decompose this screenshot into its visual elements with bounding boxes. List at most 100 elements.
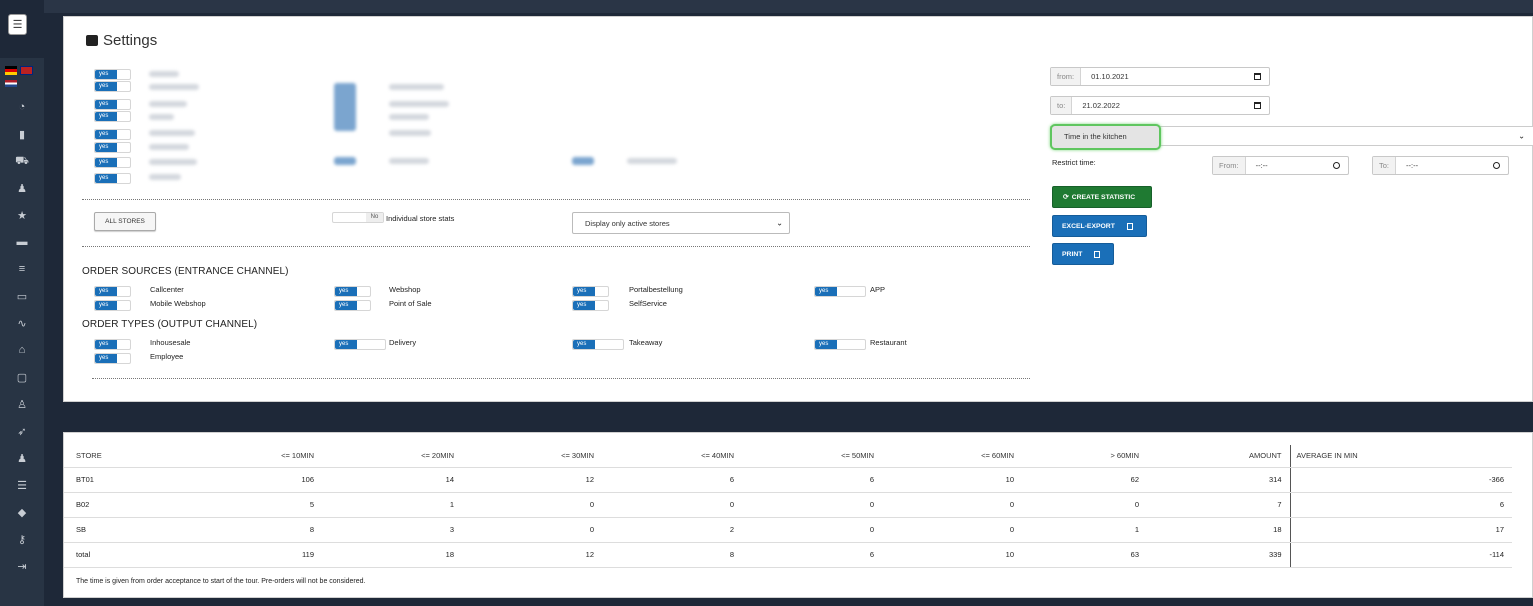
toggle-yes-label: yes [573, 340, 595, 349]
logout-icon[interactable]: ⇥ [0, 560, 44, 573]
restrict-to-label: To: [1373, 157, 1397, 174]
order-sources-title: ORDER SOURCES (ENTRANCE CHANNEL) [82, 266, 289, 277]
calculator-icon [86, 35, 98, 46]
column-header[interactable]: <= 50MIN [742, 445, 882, 468]
table-cell: SB [64, 517, 154, 543]
source-label-webshop: Webshop [389, 285, 421, 294]
menu-toggle-button[interactable]: ☰ [8, 14, 27, 35]
document-icon [1126, 222, 1133, 230]
source-toggle-callcenter[interactable]: yes [94, 286, 131, 297]
column-header[interactable]: <= 40MIN [602, 445, 742, 468]
table-cell: 106 [154, 467, 322, 493]
store-filter-select[interactable]: Display only active stores ⌄ [572, 212, 790, 234]
statistic-type-selected[interactable]: Time in the kitchen [1050, 124, 1161, 150]
english-flag-icon[interactable] [20, 66, 33, 75]
column-header[interactable]: <= 20MIN [322, 445, 462, 468]
redacted-store-name [149, 174, 181, 180]
clock-icon[interactable] [1333, 162, 1340, 169]
toggle-yes-label: yes [815, 340, 837, 349]
store-toggle[interactable]: yes [94, 173, 131, 184]
type-toggle-inhousesale[interactable]: yes [94, 339, 131, 350]
store-toggle[interactable]: yes [94, 129, 131, 140]
table-cell: 10 [882, 467, 1022, 493]
print-button[interactable]: PRINT [1052, 243, 1114, 265]
user-icon[interactable]: ♙ [0, 398, 44, 411]
store-toggle[interactable]: yes [94, 157, 131, 168]
store-toggle[interactable]: yes [94, 81, 131, 92]
date-from-field[interactable]: from: 01.10.2021 [1050, 67, 1270, 86]
type-toggle-employee[interactable]: yes [94, 353, 131, 364]
user-add-icon[interactable]: ♟ [0, 182, 44, 195]
clock-icon[interactable] [1493, 162, 1500, 169]
all-stores-button[interactable]: ALL STORES [94, 212, 156, 231]
german-flag-icon[interactable] [5, 66, 17, 75]
column-header[interactable]: AVERAGE IN MIN [1289, 445, 1512, 468]
date-to-field[interactable]: to: 21.02.2022 [1050, 96, 1270, 115]
table-cell: 6 [742, 542, 882, 568]
rocket-icon[interactable]: ➶ [0, 425, 44, 438]
individual-store-stats-toggle[interactable]: No [332, 212, 384, 223]
column-header[interactable]: STORE [64, 445, 154, 468]
top-bar [44, 0, 1533, 13]
table-cell: 3 [322, 517, 462, 543]
box-icon[interactable]: ◆ [0, 506, 44, 519]
toggle-yes-label: yes [95, 70, 117, 79]
column-header[interactable]: AMOUNT [1147, 445, 1290, 468]
table-cell: 0 [1022, 492, 1147, 518]
store-toggle[interactable]: yes [94, 99, 131, 110]
calendar-icon[interactable] [1254, 73, 1261, 80]
column-header[interactable]: <= 30MIN [462, 445, 602, 468]
dutch-flag-icon[interactable] [5, 80, 17, 87]
source-toggle-webshop[interactable]: yes [334, 286, 371, 297]
source-toggle-selfservice[interactable]: yes [572, 300, 609, 311]
chart-icon[interactable]: ▮ [0, 128, 44, 141]
toggle-yes-label: yes [95, 158, 117, 167]
dashboard-icon[interactable]: ◔ [0, 101, 44, 113]
source-toggle-app[interactable]: yes [814, 286, 866, 297]
from-value[interactable]: 01.10.2021 [1081, 72, 1254, 81]
restrict-from-value[interactable]: --:-- [1246, 161, 1333, 170]
restrict-to-value[interactable]: --:-- [1396, 161, 1493, 170]
source-label-portalbestellung: Portalbestellung [629, 285, 683, 294]
column-header[interactable]: > 60MIN [1022, 445, 1147, 468]
book-icon[interactable]: ▭ [0, 290, 44, 303]
table-row: B02 5 1 0 0 0 0 0 7 6 [64, 492, 1512, 518]
monitor-icon[interactable]: ▢ [0, 371, 44, 384]
type-toggle-restaurant[interactable]: yes [814, 339, 866, 350]
type-label-restaurant: Restaurant [870, 338, 907, 347]
type-toggle-delivery[interactable]: yes [334, 339, 386, 350]
store-toggle[interactable]: yes [94, 142, 131, 153]
column-header[interactable]: <= 10MIN [154, 445, 322, 468]
trend-icon[interactable]: ∿ [0, 317, 44, 330]
create-statistic-button[interactable]: ⟳ CREATE STATISTIC [1052, 186, 1152, 208]
store-toggle[interactable]: yes [94, 69, 131, 80]
cart-icon[interactable]: ⛟ [0, 155, 44, 169]
restrict-to-field[interactable]: To: --:-- [1372, 156, 1509, 175]
database-icon[interactable]: ☰ [0, 479, 44, 492]
restrict-from-field[interactable]: From: --:-- [1212, 156, 1349, 175]
store-toggle[interactable]: yes [94, 111, 131, 122]
archive-icon[interactable]: ▬ [0, 236, 44, 248]
table-cell: 339 [1147, 542, 1290, 568]
key-icon[interactable]: ⚷ [0, 533, 44, 546]
table-cell: 0 [742, 492, 882, 518]
source-toggle-portalbestellung[interactable]: yes [572, 286, 609, 297]
excel-export-button[interactable]: EXCEL-EXPORT [1052, 215, 1147, 237]
users-icon[interactable]: ♟ [0, 452, 44, 465]
hamburger-icon: ☰ [12, 19, 23, 31]
table-cell: BT01 [64, 467, 154, 493]
source-toggle-mobile-webshop[interactable]: yes [94, 300, 131, 311]
home-icon[interactable]: ⌂ [0, 344, 44, 356]
table-cell: 7 [1147, 492, 1290, 518]
list-icon[interactable]: ≡ [0, 263, 44, 275]
to-value[interactable]: 21.02.2022 [1072, 101, 1254, 110]
from-label: from: [1051, 68, 1082, 85]
column-header[interactable]: <= 60MIN [882, 445, 1022, 468]
to-label: to: [1051, 97, 1073, 114]
toggle-yes-label: yes [95, 143, 117, 152]
table-cell: 0 [882, 492, 1022, 518]
source-toggle-point-of-sale[interactable]: yes [334, 300, 371, 311]
type-toggle-takeaway[interactable]: yes [572, 339, 624, 350]
star-icon[interactable]: ★ [0, 209, 44, 222]
calendar-icon[interactable] [1254, 102, 1261, 109]
